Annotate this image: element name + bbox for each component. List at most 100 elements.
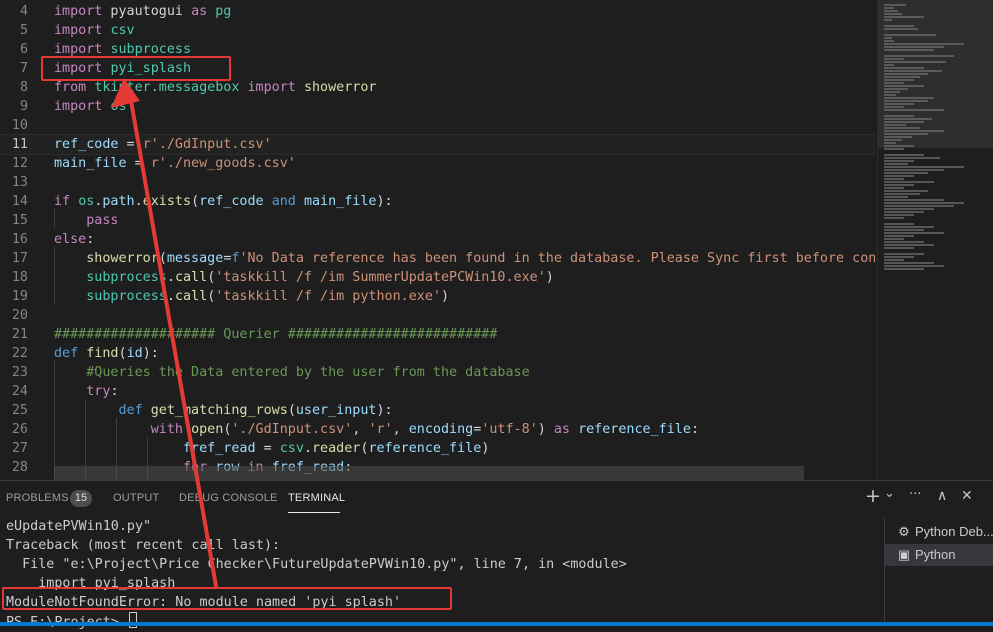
close-panel-icon[interactable]: ✕ (961, 488, 973, 504)
code-token: ) (481, 441, 490, 456)
code-token: reader (312, 441, 361, 456)
code-token: csv (110, 23, 135, 38)
minimap-line (884, 235, 914, 237)
tab-debug-console[interactable]: DEBUG CONSOLE (179, 492, 278, 504)
code-editor[interactable]: 28 for row in fref_read:27 fref_read = c… (0, 0, 875, 480)
minimap-line (884, 253, 924, 255)
active-tab-indicator (288, 512, 340, 513)
code-token: ) (440, 289, 450, 304)
code-line[interactable]: 27 fref_read = csv.reader(reference_file… (0, 439, 875, 458)
code-token: = (255, 441, 280, 456)
code-line[interactable]: 6 import subprocess (0, 40, 875, 59)
code-line[interactable]: 18 subprocess.call('taskkill /f /im Summ… (0, 268, 875, 287)
terminal-line: import pyi_splash (6, 576, 176, 591)
code-line[interactable]: 4 import pyautogui as pg (0, 2, 875, 21)
code-line[interactable]: 7 import pyi_splash (0, 59, 875, 78)
minimap-line (884, 172, 928, 174)
minimap-line (884, 67, 924, 69)
code-token: ): (376, 403, 393, 418)
code-token: r'./new_goods.csv' (150, 156, 296, 171)
code-text: import subprocess (54, 40, 191, 59)
line-number: 6 (19, 42, 28, 57)
minimap-line (884, 139, 902, 141)
code-token: ref_code (54, 137, 119, 152)
code-line[interactable]: 20 (0, 306, 875, 325)
minimap-line (884, 70, 942, 72)
minimap-line (884, 127, 920, 129)
terminal-output[interactable]: eUpdatePVWin10.py" Traceback (most recen… (0, 517, 880, 630)
terminal-line: Traceback (most recent call last): (6, 538, 281, 553)
code-token: get_matching_rows (150, 403, 288, 418)
code-line[interactable]: 17 showerror(message=f'No Data reference… (0, 249, 875, 268)
line-number: 9 (19, 99, 28, 114)
code-token: os (110, 99, 127, 114)
minimap-line (884, 160, 914, 162)
code-text: def get_matching_rows(user_input): (54, 401, 393, 420)
code-token: import (54, 42, 103, 57)
minimap-line (884, 76, 920, 78)
new-terminal-icon[interactable]: + (865, 485, 881, 507)
tab-problems[interactable]: PROBLEMS (6, 492, 69, 504)
minimap-line (884, 136, 912, 138)
maximize-panel-icon[interactable]: ∧ (937, 488, 947, 504)
code-line[interactable]: 23 #Queries the Data entered by the user… (0, 363, 875, 382)
code-token: = (126, 156, 151, 171)
minimap[interactable] (877, 0, 993, 480)
code-line[interactable]: 9 import os (0, 97, 875, 116)
horizontal-scrollbar[interactable] (54, 466, 804, 480)
code-token: tkinter.messagebox (94, 80, 240, 95)
code-token: : (690, 422, 699, 437)
minimap-line (884, 106, 904, 108)
code-line[interactable]: 26 with open('./GdInput.csv', 'r', encod… (0, 420, 875, 439)
code-line[interactable]: 22 def find(id): (0, 344, 875, 363)
indent-guide (54, 361, 55, 480)
code-line[interactable]: 8 from tkinter.messagebox import showerro… (0, 78, 875, 97)
terminal-instance-python[interactable]: ▣ Python (885, 544, 993, 566)
code-line[interactable]: 12 main_file = r'./new_goods.csv' (0, 154, 875, 173)
minimap-line (884, 133, 928, 135)
minimap-line (884, 154, 924, 156)
minimap-line (884, 10, 898, 12)
terminal-line: eUpdatePVWin10.py" (6, 519, 152, 534)
code-token: : (110, 384, 119, 399)
terminal-instance-python-debug[interactable]: ⚙ Python Deb... (885, 521, 993, 543)
code-line[interactable]: 19 subprocess.call('taskkill /f /im pyth… (0, 287, 875, 306)
code-line[interactable]: 14 if os.path.exists(ref_code and main_fi… (0, 192, 875, 211)
minimap-line (884, 196, 908, 198)
code-token: call (174, 270, 208, 285)
code-line[interactable]: 25 def get_matching_rows(user_input): (0, 401, 875, 420)
minimap-line (884, 64, 894, 66)
code-line[interactable]: 13 (0, 173, 875, 192)
code-line[interactable]: 24 try: (0, 382, 875, 401)
minimap-line (884, 178, 904, 180)
minimap-line (884, 145, 914, 147)
code-token: find (86, 346, 119, 361)
code-token: ( (118, 346, 127, 361)
code-line[interactable]: 15 pass (0, 211, 875, 230)
chevron-down-icon[interactable]: ⌄ (884, 486, 895, 501)
code-text: subprocess.call('taskkill /f /im python.… (54, 287, 449, 306)
code-token: def (118, 403, 143, 418)
minimap-line (884, 130, 944, 132)
code-token: import (247, 80, 296, 95)
terminal-icon: ▣ (897, 547, 911, 562)
code-token: def (54, 346, 79, 361)
code-line[interactable]: 11 ref_code = r'./GdInput.csv' (0, 134, 875, 155)
code-text: showerror(message=f'No Data reference ha… (54, 249, 875, 268)
code-line[interactable]: 16 else: (0, 230, 875, 249)
line-number: 18 (11, 270, 28, 285)
code-line[interactable]: 10 (0, 116, 875, 135)
code-token: reference_file (368, 441, 482, 456)
code-line[interactable]: 5 import csv (0, 21, 875, 40)
terminal-line: File "e:\Project\Price Checker\FutureUpd… (6, 557, 627, 572)
minimap-line (884, 109, 944, 111)
minimap-line (884, 19, 892, 21)
tab-terminal[interactable]: TERMINAL (288, 492, 345, 504)
tab-output[interactable]: OUTPUT (113, 492, 159, 504)
more-actions-icon[interactable]: ··· (909, 487, 921, 502)
minimap-line (884, 181, 934, 183)
code-line[interactable]: 21 #################### Querier #########… (0, 325, 875, 344)
